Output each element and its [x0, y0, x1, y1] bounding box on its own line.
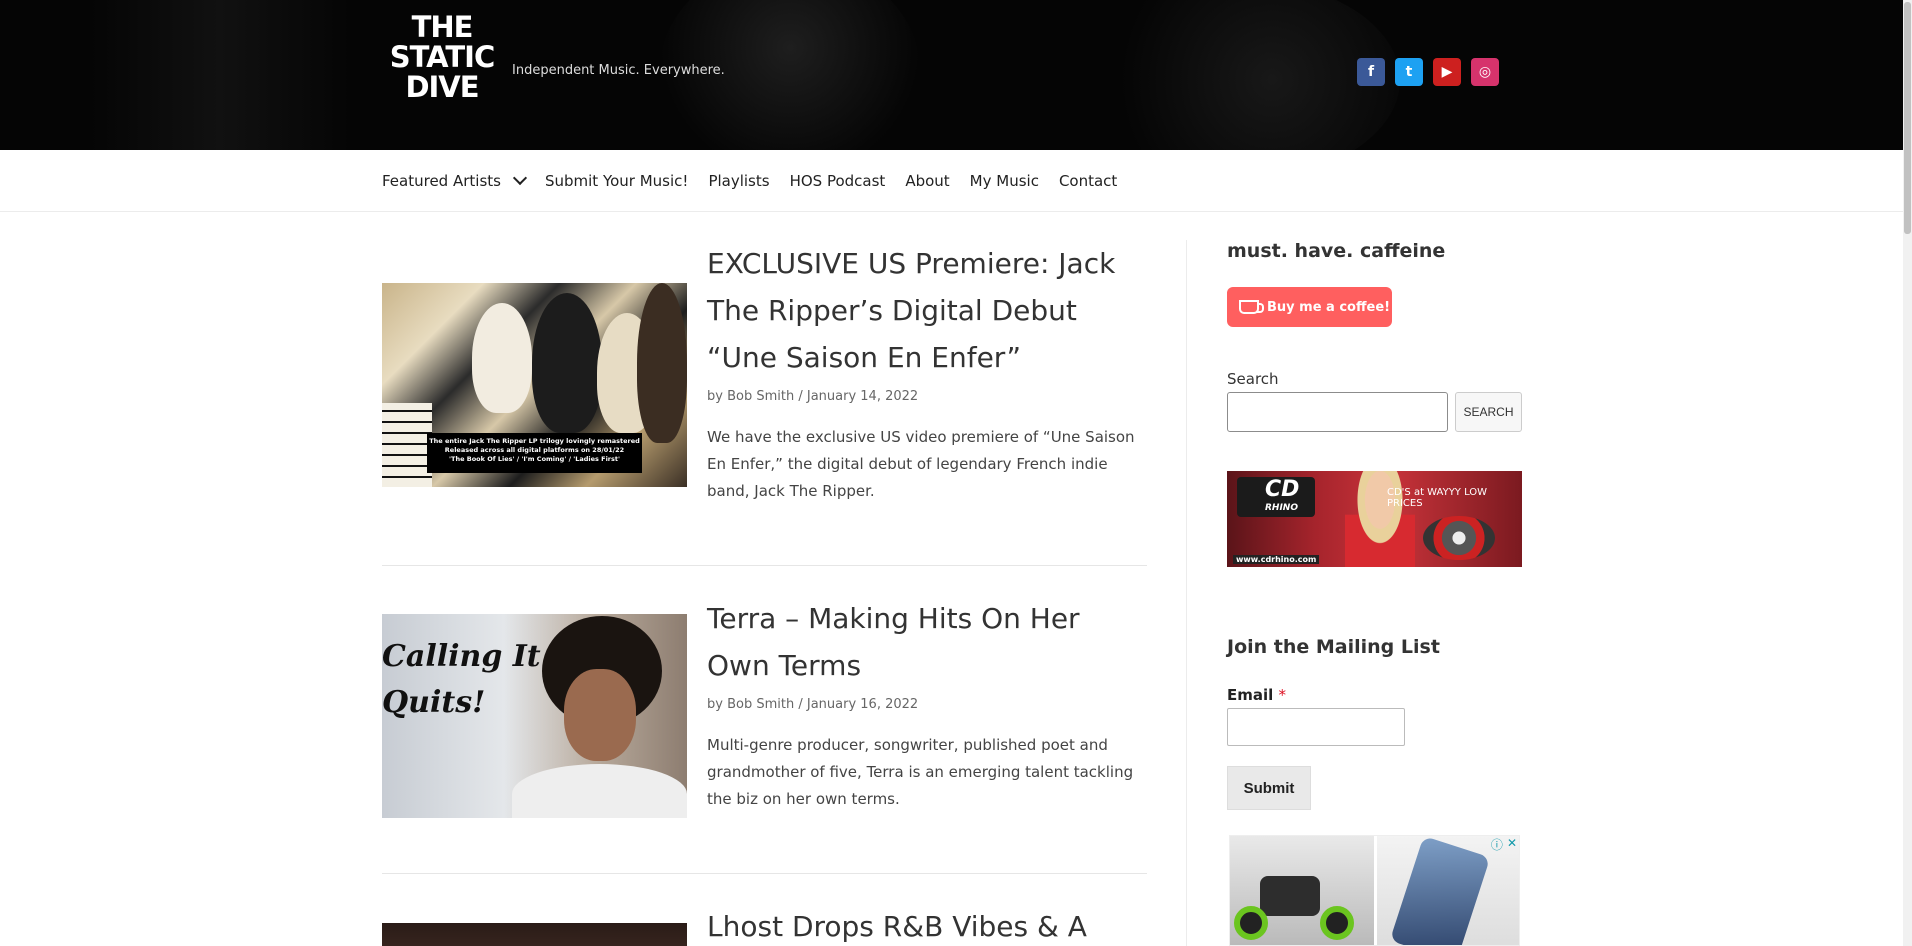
post-body: EXCLUSIVE US Premiere: Jack The Ripper’s…: [707, 240, 1147, 505]
post-date: January 16, 2022: [806, 697, 919, 712]
ad-controls: ⓘ ✕: [1491, 836, 1517, 853]
coffee-cup-icon: [1239, 300, 1264, 314]
thumbnail-text-line: Quits!: [382, 685, 486, 720]
ad-art: [1320, 906, 1354, 940]
facebook-icon[interactable]: f: [1357, 58, 1385, 86]
post-excerpt: We have the exclusive US video premiere …: [707, 428, 1135, 500]
post-divider: [382, 873, 1147, 874]
required-mark: *: [1278, 686, 1287, 704]
search-input[interactable]: [1227, 392, 1448, 432]
post-excerpt: Multi-genre producer, songwriter, publis…: [707, 736, 1134, 808]
thumbnail-art: [532, 293, 602, 433]
page-scrollbar[interactable]: [1903, 0, 1912, 946]
chevron-down-icon[interactable]: [512, 170, 528, 186]
nav-item-playlists[interactable]: Playlists: [708, 172, 769, 190]
logo-line: STATIC: [389, 40, 495, 74]
site-header: THE STATIC DIVE Independent Music. Every…: [0, 0, 1903, 150]
ad-model-image: [1345, 471, 1415, 567]
nav-item-featured-artists[interactable]: Featured Artists: [382, 170, 528, 190]
nav-item-label: Featured Artists: [382, 172, 501, 190]
thumbnail-art: [637, 283, 687, 443]
caption-line: 'The Book Of Lies' / 'I'm Coming' / 'Lad…: [449, 455, 620, 463]
caffeine-widget-title: must. have. caffeine: [1227, 240, 1446, 262]
thumbnail-art: [472, 303, 532, 413]
meta-separator: /: [798, 389, 807, 404]
post-thumbnail[interactable]: Calling It Quits!: [382, 614, 687, 818]
post-thumbnail[interactable]: The entire Jack The Ripper LP trilogy lo…: [382, 283, 687, 487]
thumbnail-art: [564, 669, 636, 761]
ad-disc-image: [1423, 516, 1495, 560]
social-links: f t ▶ ◎: [1357, 58, 1499, 86]
ad-tagline: CD'S at WAYYY LOW PRICES: [1387, 487, 1488, 509]
post-body: Lhost Drops R&B Vibes & A: [707, 903, 1147, 946]
search-button[interactable]: SEARCH: [1455, 392, 1522, 432]
email-label: Email *: [1227, 686, 1286, 704]
nav-item-my-music[interactable]: My Music: [970, 172, 1039, 190]
sidebar-divider: [1186, 240, 1187, 946]
buy-me-a-coffee-button[interactable]: Buy me a coffee!: [1227, 287, 1392, 327]
thumbnail-text-line: Calling It: [382, 639, 541, 674]
post-author-link[interactable]: Bob Smith: [727, 389, 794, 404]
thumbnail-caption: The entire Jack The Ripper LP trilogy lo…: [427, 433, 642, 473]
mailing-list-title: Join the Mailing List: [1227, 636, 1440, 658]
scrollbar-thumb[interactable]: [1904, 2, 1911, 234]
email-field[interactable]: [1227, 708, 1405, 746]
post-meta: by Bob Smith / January 16, 2022: [707, 697, 1147, 712]
nav-list: Featured Artists Submit Your Music! Play…: [382, 150, 1117, 212]
cd-rhino-ad-banner[interactable]: CD RHINO CD'S at WAYYY LOW PRICES www.cd…: [1227, 471, 1522, 567]
header-background: [90, 0, 350, 150]
nav-item-contact[interactable]: Contact: [1059, 172, 1117, 190]
ad-brand: CD: [1265, 477, 1300, 502]
search-label: Search: [1227, 370, 1279, 388]
post-divider: [382, 565, 1147, 566]
nav-item-submit-your-music[interactable]: Submit Your Music!: [545, 172, 688, 190]
caption-line: The entire Jack The Ripper LP trilogy lo…: [429, 437, 640, 445]
sidebar: must. have. caffeine Buy me a coffee! Se…: [1227, 240, 1522, 810]
post-title[interactable]: Lhost Drops R&B Vibes & A: [707, 903, 1147, 946]
twitter-icon[interactable]: t: [1395, 58, 1423, 86]
ad-url: www.cdrhino.com: [1233, 555, 1320, 564]
post-date: January 14, 2022: [806, 389, 919, 404]
thumbnail-art: [382, 403, 432, 487]
post-thumbnail[interactable]: [382, 923, 687, 946]
caption-line: Released across all digital platforms on…: [444, 446, 625, 454]
post-body: Terra – Making Hits On Her Own Terms by …: [707, 595, 1147, 813]
meta-separator: /: [798, 697, 807, 712]
header-background: [1080, 0, 1400, 150]
ad-close-icon[interactable]: ✕: [1507, 836, 1517, 853]
nav-item-about[interactable]: About: [905, 172, 949, 190]
site-logo[interactable]: THE STATIC DIVE: [386, 12, 498, 107]
youtube-icon[interactable]: ▶: [1433, 58, 1461, 86]
ad-info-icon[interactable]: ⓘ: [1491, 836, 1503, 853]
post-title[interactable]: EXCLUSIVE US Premiere: Jack The Ripper’s…: [707, 240, 1147, 381]
thumbnail-art: [512, 764, 687, 818]
cd-rhino-logo: CD RHINO: [1237, 477, 1315, 517]
meta-prefix: by: [707, 389, 723, 404]
site-tagline: Independent Music. Everywhere.: [512, 63, 725, 78]
ad-brand-sub: RHINO: [1265, 503, 1298, 513]
post-title[interactable]: Terra – Making Hits On Her Own Terms: [707, 595, 1147, 689]
instagram-icon[interactable]: ◎: [1471, 58, 1499, 86]
display-ad[interactable]: ⓘ ✕: [1229, 835, 1520, 946]
ad-art: [1234, 906, 1268, 940]
email-label-text: Email: [1227, 686, 1274, 704]
nav-item-hos-podcast[interactable]: HOS Podcast: [790, 172, 886, 190]
post-meta: by Bob Smith / January 14, 2022: [707, 389, 1147, 404]
submit-button[interactable]: Submit: [1227, 766, 1311, 810]
thumbnail-text: Calling It Quits!: [382, 634, 541, 726]
ad-art: [1389, 836, 1491, 945]
logo-line: DIVE: [405, 70, 479, 104]
post-author-link[interactable]: Bob Smith: [727, 697, 794, 712]
ad-scooter-image[interactable]: [1230, 836, 1374, 945]
main-nav: Featured Artists Submit Your Music! Play…: [0, 150, 1903, 212]
coffee-button-label: Buy me a coffee!: [1267, 299, 1391, 315]
logo-line: THE: [411, 10, 474, 44]
meta-prefix: by: [707, 697, 723, 712]
ad-art: [1260, 876, 1320, 916]
